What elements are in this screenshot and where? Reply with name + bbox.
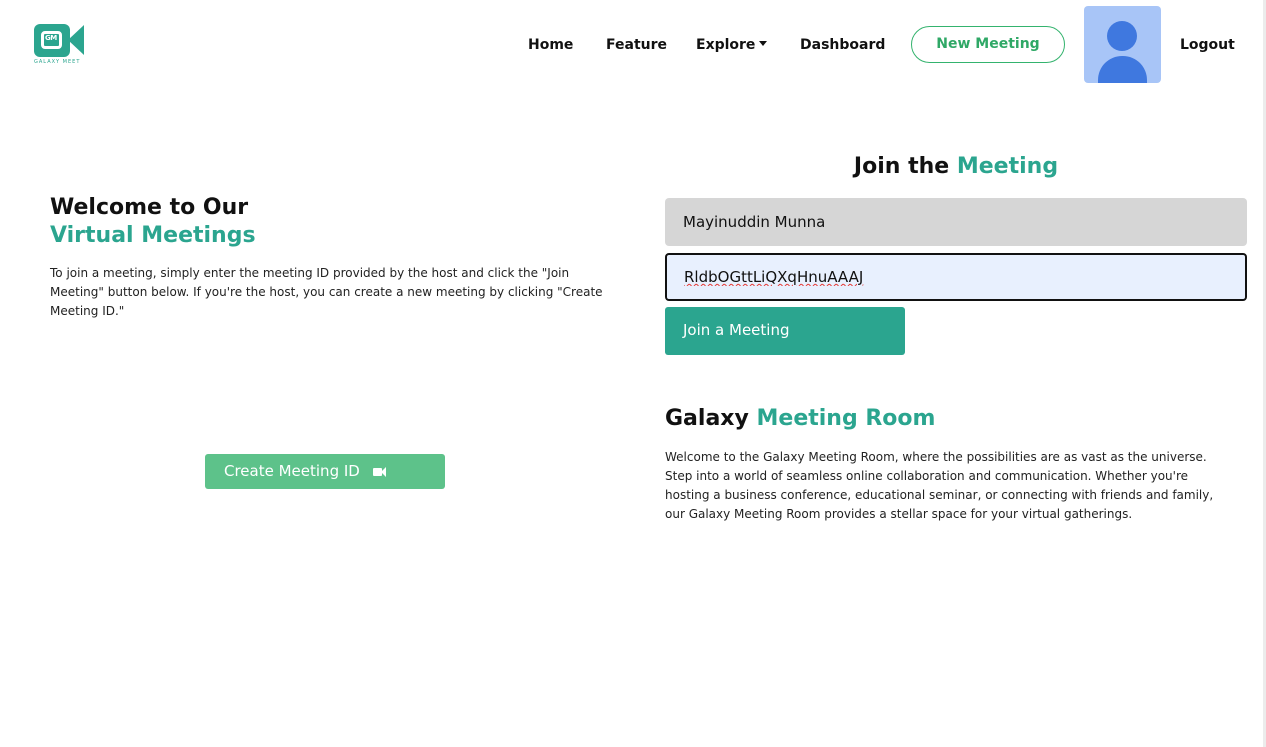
meeting-room-description: Welcome to the Galaxy Meeting Room, wher… [665,450,1214,521]
join-heading-plain: Join the [853,154,950,179]
welcome-heading: Welcome to Our Virtual Meetings [50,194,256,250]
nav-feature-link[interactable]: Feature [606,36,667,54]
create-meeting-id-label: Create Meeting ID [224,462,360,480]
logo-caption: GALAXY MEET [34,59,81,65]
video-camera-icon [372,467,387,477]
nav-explore-dropdown[interactable]: Explore [696,36,768,54]
caret-down-icon [759,41,768,46]
logout-link[interactable]: Logout [1180,36,1235,54]
user-avatar-icon[interactable] [1084,6,1161,83]
new-meeting-button[interactable]: New Meeting [911,26,1065,63]
nav-explore-label: Explore [696,37,756,53]
logo-mark: GM [45,34,57,42]
welcome-heading-line2: Virtual Meetings [50,223,256,248]
meeting-room-heading: Galaxy Meeting Room [665,405,935,433]
avatar-head [1107,21,1137,51]
room-heading-plain: Galaxy [665,406,749,431]
galaxy-meet-logo-icon[interactable]: GM GALAXY MEET [34,23,86,67]
join-heading-accent: Meeting [956,154,1059,179]
welcome-heading-line1: Welcome to Our [50,195,249,220]
meeting-id-input[interactable] [665,253,1247,301]
join-meeting-button[interactable]: Join a Meeting [665,307,905,355]
create-meeting-id-button[interactable]: Create Meeting ID [205,454,445,489]
room-heading-accent: Meeting Room [756,406,936,431]
welcome-description: To join a meeting, simply enter the meet… [50,266,603,318]
join-meeting-heading: Join the Meeting [665,153,1247,181]
nav-home-link[interactable]: Home [528,36,573,54]
name-input[interactable] [665,198,1247,246]
logo-camera-lens [68,25,84,55]
nav-dashboard-link[interactable]: Dashboard [800,36,885,54]
avatar-shoulders [1098,56,1147,83]
